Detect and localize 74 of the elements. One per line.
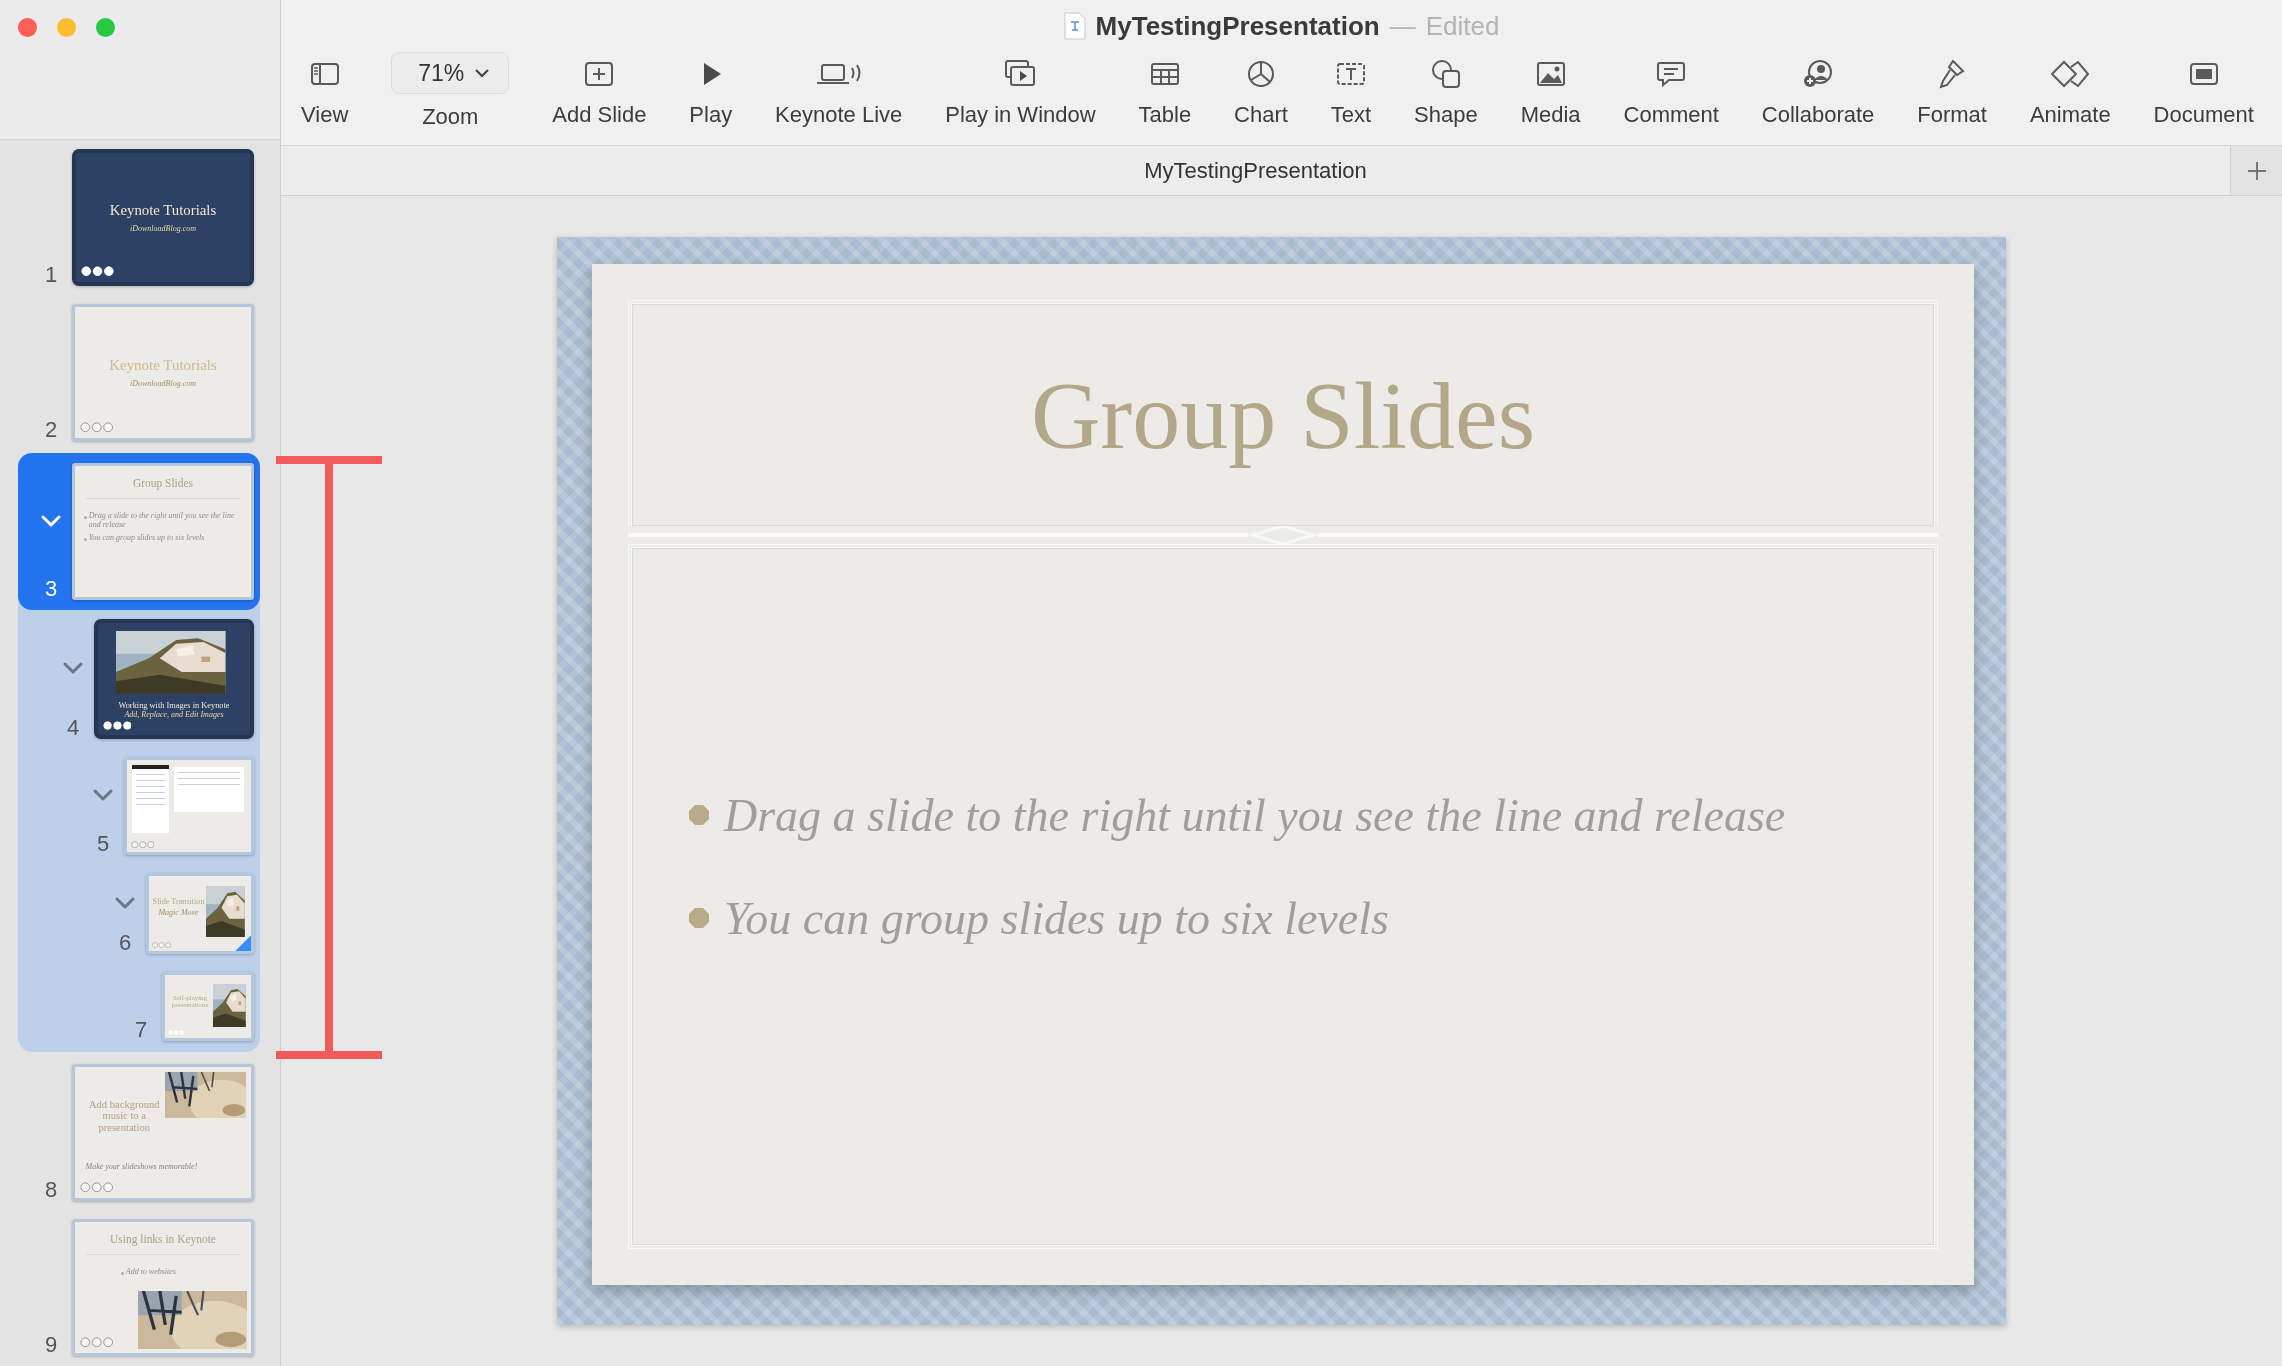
plus-icon xyxy=(2245,159,2268,182)
toolbar-button[interactable]: Animate xyxy=(2021,56,2119,130)
slide-thumbnail[interactable]: Keynote Tutorials iDownloadBlog.com xyxy=(72,149,254,286)
thumbnail-title: Using links in Keynote xyxy=(109,1232,217,1245)
thumbnail-subtitle: iDownloadBlog.com xyxy=(130,380,196,389)
slide-thumbnail[interactable]: Working with Images in Keynote Add, Replace, and Edit Images xyxy=(94,619,254,739)
screenshot-drawing xyxy=(131,764,170,834)
bullet-icon xyxy=(83,515,87,519)
bullet-icon xyxy=(688,907,710,929)
slide-list-item[interactable]: 9 Using links in Keynote Add to websites xyxy=(0,1210,280,1365)
toolbar-button[interactable]: Document xyxy=(2145,56,2262,130)
toolbar-button[interactable]: Comment xyxy=(1615,56,1727,130)
slide-number: 5 xyxy=(96,833,110,855)
thumbnail-title: Keynote Tutorials xyxy=(109,201,217,218)
toolbar-button[interactable]: Text xyxy=(1322,56,1380,130)
slide-number: 2 xyxy=(44,419,58,441)
toolbar-button[interactable]: Play in Window xyxy=(937,56,1104,130)
toolbar-button[interactable]: View xyxy=(293,56,357,130)
chevron-down-icon[interactable] xyxy=(63,662,83,674)
thumbnail-bullet: You can group slides up to six levels xyxy=(88,533,205,543)
document-tab[interactable]: MyTestingPresentation xyxy=(1144,157,1367,184)
thumbnail-subtitle: Magic Move xyxy=(158,909,199,918)
slide-number: 6 xyxy=(118,932,132,954)
toolbar-button[interactable]: Format xyxy=(1909,56,1995,130)
thumbnail-title: Add background music to a presentation xyxy=(87,1098,161,1134)
chevron-down-icon[interactable] xyxy=(115,896,135,909)
document-icon xyxy=(1063,12,1086,40)
slide-list-item[interactable]: 1 Keynote Tutorials iDownloadBlog.com xyxy=(0,140,280,295)
window-title: MyTestingPresentation xyxy=(1095,10,1380,42)
thumbnail-bullet: Add to websites xyxy=(125,1267,176,1277)
bullet-icon xyxy=(688,804,710,826)
toolbar-label: Zoom xyxy=(422,104,479,130)
toolbar-button[interactable]: Add Slide xyxy=(544,56,655,130)
bullet-icon xyxy=(83,537,87,541)
toolbar-button[interactable]: Shape xyxy=(1406,56,1486,130)
toolbar-button[interactable]: Collaborate xyxy=(1753,56,1883,130)
thumbnail-subtitle: Make your slideshows memorable! xyxy=(85,1162,198,1172)
slide-list-item[interactable]: 8 Add background music to a presentation Make your slideshows memorable! xyxy=(0,1055,280,1210)
slide-number: 3 xyxy=(44,578,58,600)
close-button[interactable] xyxy=(18,18,37,37)
thumbnail-title: Group Slides xyxy=(131,476,194,489)
bullet-text: You can group slides up to six levels xyxy=(724,891,1389,945)
zoom-button[interactable] xyxy=(96,18,115,37)
caret-icon xyxy=(474,67,491,79)
slide-thumbnail[interactable] xyxy=(124,757,254,855)
thumbnail-subtitle: iDownloadBlog.com xyxy=(130,224,196,234)
thumbnail-subtitle: Add, Replace, and Edit Images xyxy=(124,711,224,720)
add-tab-button[interactable] xyxy=(2230,146,2282,195)
zoom-dropdown[interactable]: 71% xyxy=(391,52,510,94)
thumbnail-bullet: Drag a slide to the right until you see the line and release xyxy=(88,511,236,530)
slide-list-item[interactable]: 2 Keynote Tutorials iDownloadBlog.com xyxy=(0,295,280,450)
slide-number: 7 xyxy=(134,1019,148,1041)
slide-number: 9 xyxy=(44,1334,58,1356)
edit-status: Edited xyxy=(1425,10,1500,42)
toolbar-button[interactable]: Table xyxy=(1130,56,1200,130)
slide-number: 8 xyxy=(44,1179,58,1201)
toolbar-button[interactable]: Media xyxy=(1512,56,1589,130)
slide-number: 1 xyxy=(44,264,58,286)
thumbnail-title: Keynote Tutorials xyxy=(109,356,217,373)
thumbnail-title: Working with Images in Keynote xyxy=(118,700,230,710)
slide-list-item[interactable]: 4 Working with Images in Keynote Add, Replace, and Edit Images xyxy=(18,610,260,748)
chevron-down-icon[interactable] xyxy=(93,789,113,801)
bullet-text: Drag a slide to the right until you see the line and release xyxy=(724,788,1786,842)
screenshot-drawing xyxy=(174,767,244,813)
slide-list-item[interactable]: 6 Slide Transition Magic Move xyxy=(18,864,260,963)
toolbar-button[interactable]: Keynote Live xyxy=(767,56,911,130)
slide-number: 4 xyxy=(66,717,80,739)
slide-title: Group Slides xyxy=(1031,360,1535,471)
toolbar-button[interactable]: Play xyxy=(681,56,741,130)
title-separator: — xyxy=(1389,10,1416,42)
bullet-icon xyxy=(120,1271,124,1275)
slide-list-item[interactable]: 5 xyxy=(18,748,260,864)
thumbnail-title: Slide Transition xyxy=(152,898,205,908)
toolbar-button[interactable]: Chart xyxy=(1226,56,1296,130)
